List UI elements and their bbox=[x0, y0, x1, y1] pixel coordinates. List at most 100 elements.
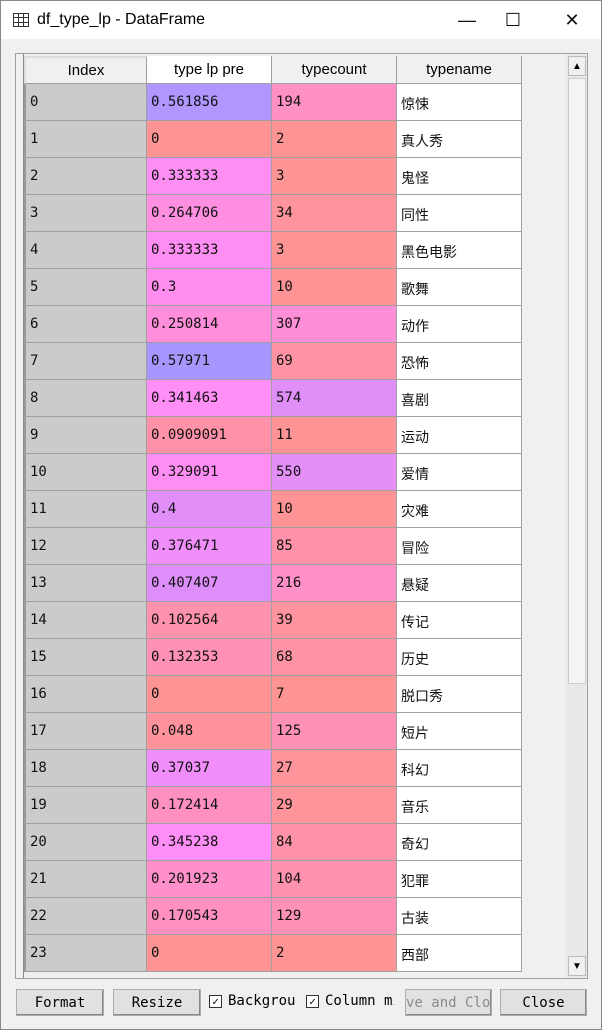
header-typecount[interactable]: typecount bbox=[272, 56, 397, 84]
type-lp-pre-cell[interactable]: 0 bbox=[147, 676, 272, 713]
close-button[interactable]: Close bbox=[500, 989, 587, 1016]
type-lp-pre-cell[interactable]: 0.333333 bbox=[147, 158, 272, 195]
typecount-cell[interactable]: 125 bbox=[272, 713, 397, 750]
index-cell[interactable]: 12 bbox=[24, 528, 147, 565]
typecount-cell[interactable]: 11 bbox=[272, 417, 397, 454]
scroll-up-arrow-icon[interactable]: ▲ bbox=[568, 56, 586, 76]
type-lp-pre-cell[interactable]: 0.264706 bbox=[147, 195, 272, 232]
scroll-down-arrow-icon[interactable]: ▼ bbox=[568, 956, 586, 976]
index-cell[interactable]: 13 bbox=[24, 565, 147, 602]
typecount-cell[interactable]: 2 bbox=[272, 935, 397, 972]
type-lp-pre-cell[interactable]: 0.102564 bbox=[147, 602, 272, 639]
type-lp-pre-cell[interactable]: 0.329091 bbox=[147, 454, 272, 491]
index-cell[interactable]: 22 bbox=[24, 898, 147, 935]
index-cell[interactable]: 19 bbox=[24, 787, 147, 824]
typecount-cell[interactable]: 84 bbox=[272, 824, 397, 861]
typecount-cell[interactable]: 34 bbox=[272, 195, 397, 232]
typecount-cell[interactable]: 39 bbox=[272, 602, 397, 639]
typename-cell[interactable]: 脱口秀 bbox=[397, 676, 522, 713]
index-cell[interactable]: 10 bbox=[24, 454, 147, 491]
type-lp-pre-cell[interactable]: 0.250814 bbox=[147, 306, 272, 343]
typename-cell[interactable]: 科幻 bbox=[397, 750, 522, 787]
dataframe-table[interactable]: Index type lp pre typecount typename 0 0.… bbox=[15, 53, 588, 979]
index-cell[interactable]: 6 bbox=[24, 306, 147, 343]
typename-cell[interactable]: 运动 bbox=[397, 417, 522, 454]
index-cell[interactable]: 4 bbox=[24, 232, 147, 269]
typecount-cell[interactable]: 104 bbox=[272, 861, 397, 898]
typecount-cell[interactable]: 216 bbox=[272, 565, 397, 602]
typename-cell[interactable]: 黑色电影 bbox=[397, 232, 522, 269]
index-cell[interactable]: 23 bbox=[24, 935, 147, 972]
maximize-button[interactable]: ☐ bbox=[490, 1, 536, 39]
index-cell[interactable]: 16 bbox=[24, 676, 147, 713]
typecount-cell[interactable]: 29 bbox=[272, 787, 397, 824]
typename-cell[interactable]: 传记 bbox=[397, 602, 522, 639]
type-lp-pre-cell[interactable]: 0.048 bbox=[147, 713, 272, 750]
index-cell[interactable]: 2 bbox=[24, 158, 147, 195]
typecount-cell[interactable]: 68 bbox=[272, 639, 397, 676]
typename-cell[interactable]: 恐怖 bbox=[397, 343, 522, 380]
typename-cell[interactable]: 灾难 bbox=[397, 491, 522, 528]
index-cell[interactable]: 0 bbox=[24, 84, 147, 121]
typename-cell[interactable]: 同性 bbox=[397, 195, 522, 232]
typename-cell[interactable]: 短片 bbox=[397, 713, 522, 750]
typename-cell[interactable]: 悬疑 bbox=[397, 565, 522, 602]
type-lp-pre-cell[interactable]: 0.341463 bbox=[147, 380, 272, 417]
type-lp-pre-cell[interactable]: 0.170543 bbox=[147, 898, 272, 935]
minimize-button[interactable]: — bbox=[444, 1, 490, 39]
type-lp-pre-cell[interactable]: 0.333333 bbox=[147, 232, 272, 269]
typecount-cell[interactable]: 3 bbox=[272, 158, 397, 195]
typecount-cell[interactable]: 10 bbox=[272, 491, 397, 528]
typename-cell[interactable]: 音乐 bbox=[397, 787, 522, 824]
index-cell[interactable]: 5 bbox=[24, 269, 147, 306]
header-index[interactable]: Index bbox=[24, 56, 147, 84]
checkbox-checked-icon[interactable]: ✓ bbox=[209, 994, 222, 1008]
index-cell[interactable]: 3 bbox=[24, 195, 147, 232]
type-lp-pre-cell[interactable]: 0.4 bbox=[147, 491, 272, 528]
save-and-close-button[interactable]: ve and Clo bbox=[405, 989, 492, 1016]
typename-cell[interactable]: 动作 bbox=[397, 306, 522, 343]
index-cell[interactable]: 7 bbox=[24, 343, 147, 380]
type-lp-pre-cell[interactable]: 0.345238 bbox=[147, 824, 272, 861]
type-lp-pre-cell[interactable]: 0.37037 bbox=[147, 750, 272, 787]
index-cell[interactable]: 17 bbox=[24, 713, 147, 750]
vertical-scrollbar[interactable]: ▲ ▼ bbox=[566, 54, 587, 978]
typename-cell[interactable]: 冒险 bbox=[397, 528, 522, 565]
typecount-cell[interactable]: 129 bbox=[272, 898, 397, 935]
typename-cell[interactable]: 奇幻 bbox=[397, 824, 522, 861]
type-lp-pre-cell[interactable]: 0.0909091 bbox=[147, 417, 272, 454]
column-min-max-checkbox[interactable]: ✓ Column mi bbox=[306, 993, 394, 1009]
typename-cell[interactable]: 歌舞 bbox=[397, 269, 522, 306]
background-checkbox[interactable]: ✓ Backgrou bbox=[209, 993, 299, 1009]
type-lp-pre-cell[interactable]: 0.3 bbox=[147, 269, 272, 306]
checkbox-checked-icon[interactable]: ✓ bbox=[306, 994, 319, 1008]
type-lp-pre-cell[interactable]: 0.132353 bbox=[147, 639, 272, 676]
typecount-cell[interactable]: 3 bbox=[272, 232, 397, 269]
format-button[interactable]: Format bbox=[16, 989, 104, 1016]
type-lp-pre-cell[interactable]: 0 bbox=[147, 121, 272, 158]
type-lp-pre-cell[interactable]: 0.561856 bbox=[147, 84, 272, 121]
typename-cell[interactable]: 历史 bbox=[397, 639, 522, 676]
index-cell[interactable]: 14 bbox=[24, 602, 147, 639]
typecount-cell[interactable]: 27 bbox=[272, 750, 397, 787]
typename-cell[interactable]: 喜剧 bbox=[397, 380, 522, 417]
header-type-lp-pre[interactable]: type lp pre bbox=[147, 56, 272, 84]
index-cell[interactable]: 9 bbox=[24, 417, 147, 454]
typecount-cell[interactable]: 7 bbox=[272, 676, 397, 713]
typecount-cell[interactable]: 307 bbox=[272, 306, 397, 343]
typename-cell[interactable]: 犯罪 bbox=[397, 861, 522, 898]
typecount-cell[interactable]: 85 bbox=[272, 528, 397, 565]
index-cell[interactable]: 20 bbox=[24, 824, 147, 861]
index-cell[interactable]: 1 bbox=[24, 121, 147, 158]
type-lp-pre-cell[interactable]: 0.407407 bbox=[147, 565, 272, 602]
typename-cell[interactable]: 古装 bbox=[397, 898, 522, 935]
header-typename[interactable]: typename bbox=[397, 56, 522, 84]
typecount-cell[interactable]: 574 bbox=[272, 380, 397, 417]
index-cell[interactable]: 18 bbox=[24, 750, 147, 787]
typename-cell[interactable]: 鬼怪 bbox=[397, 158, 522, 195]
type-lp-pre-cell[interactable]: 0.201923 bbox=[147, 861, 272, 898]
type-lp-pre-cell[interactable]: 0.57971 bbox=[147, 343, 272, 380]
typename-cell[interactable]: 惊悚 bbox=[397, 84, 522, 121]
type-lp-pre-cell[interactable]: 0.172414 bbox=[147, 787, 272, 824]
scrollbar-thumb[interactable] bbox=[568, 78, 586, 684]
